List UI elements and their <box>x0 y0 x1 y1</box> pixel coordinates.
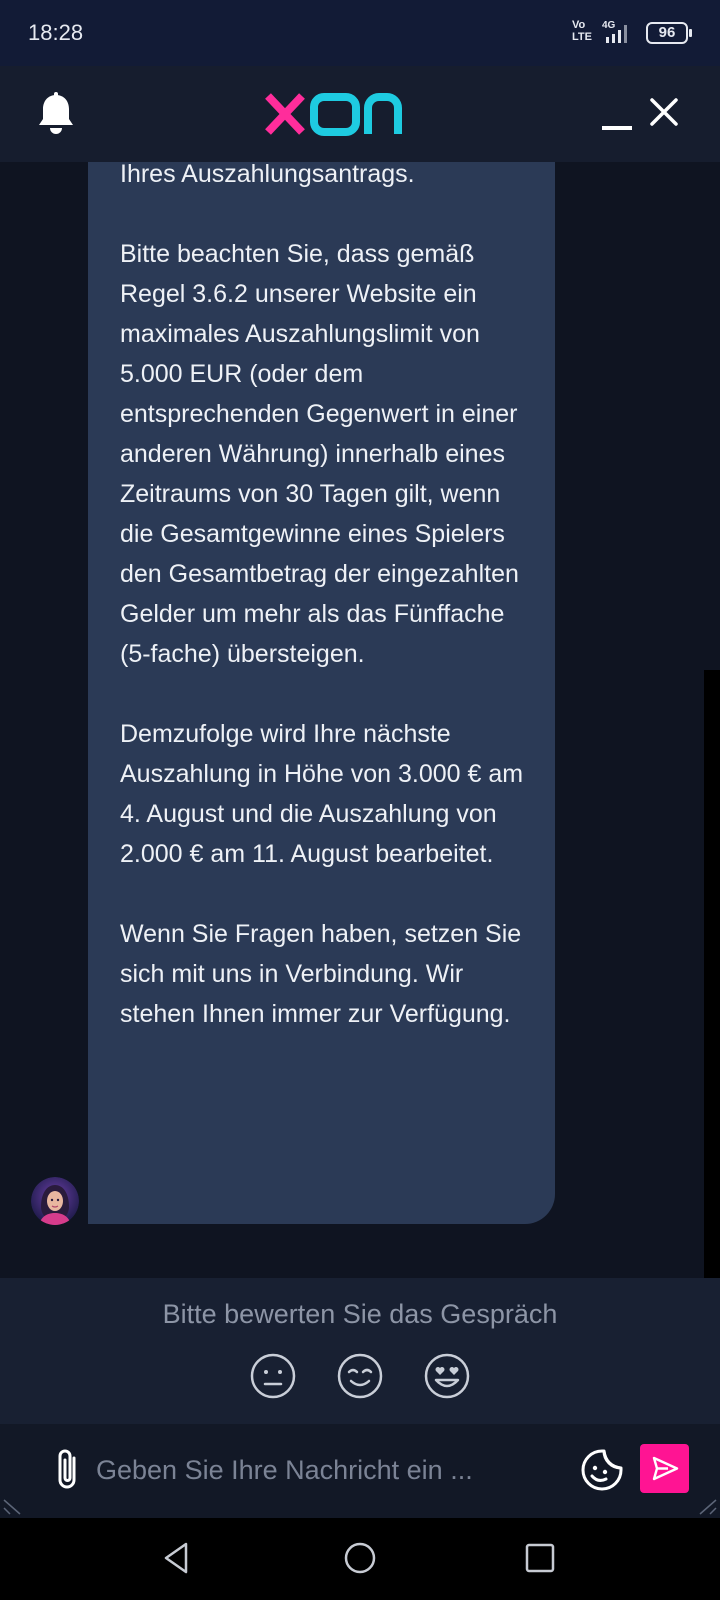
rating-panel: Bitte bewerten Sie das Gespräch <box>0 1278 720 1424</box>
resize-grip-right-icon[interactable] <box>698 1496 718 1516</box>
recents-icon[interactable] <box>520 1538 560 1578</box>
chat-header: xon <box>0 66 720 162</box>
message-input[interactable] <box>96 1446 556 1494</box>
status-bar: 18:28 Vo LTE 4G 96 <box>0 0 720 66</box>
network-indicator: Vo LTE <box>572 19 592 43</box>
status-time: 18:28 <box>28 20 84 45</box>
chat-transcript[interactable]: Ihres Auszahlungsantrags. Bitte beachten… <box>0 162 720 1278</box>
agent-message-bubble: Ihres Auszahlungsantrags. Bitte beachten… <box>88 162 555 1224</box>
message-paragraph: Wenn Sie Fragen haben, setzen Sie sich m… <box>120 920 522 1028</box>
resize-grip-left-icon[interactable] <box>2 1496 22 1516</box>
network-type: 4G <box>602 20 616 31</box>
network-volte-line1: Vo <box>572 19 586 31</box>
sticker-icon[interactable] <box>580 1448 624 1492</box>
back-icon[interactable] <box>158 1538 198 1578</box>
battery-level: 96 <box>658 24 676 41</box>
minimize-icon[interactable] <box>600 102 634 132</box>
close-icon[interactable] <box>648 96 680 128</box>
neutral-face-icon[interactable] <box>250 1353 296 1399</box>
network-volte-line2: LTE <box>572 31 592 43</box>
system-navigation-bar <box>0 1518 720 1600</box>
message-paragraph: Ihres Auszahlungsantrags. <box>120 162 415 188</box>
message-composer <box>0 1424 720 1518</box>
send-icon <box>652 1456 679 1481</box>
send-button[interactable] <box>640 1444 689 1493</box>
message-paragraph: Demzufolge wird Ihre nächste Auszahlung … <box>120 720 524 868</box>
smiling-face-icon[interactable] <box>337 1353 383 1399</box>
battery-indicator: 96 <box>646 22 692 44</box>
attachment-icon[interactable] <box>54 1448 82 1492</box>
bell-icon[interactable] <box>36 92 76 136</box>
signal-icon: 4G <box>602 20 627 43</box>
chat-scrollbar[interactable] <box>704 670 720 1278</box>
xon-logo: xon <box>265 93 402 136</box>
agent-avatar <box>31 1177 79 1225</box>
rating-prompt: Bitte bewerten Sie das Gespräch <box>162 1299 558 1329</box>
message-paragraph: Bitte beachten Sie, dass gemäß Regel 3.6… <box>120 240 519 668</box>
heart-eyes-face-icon[interactable] <box>424 1353 470 1399</box>
home-icon[interactable] <box>340 1538 380 1578</box>
